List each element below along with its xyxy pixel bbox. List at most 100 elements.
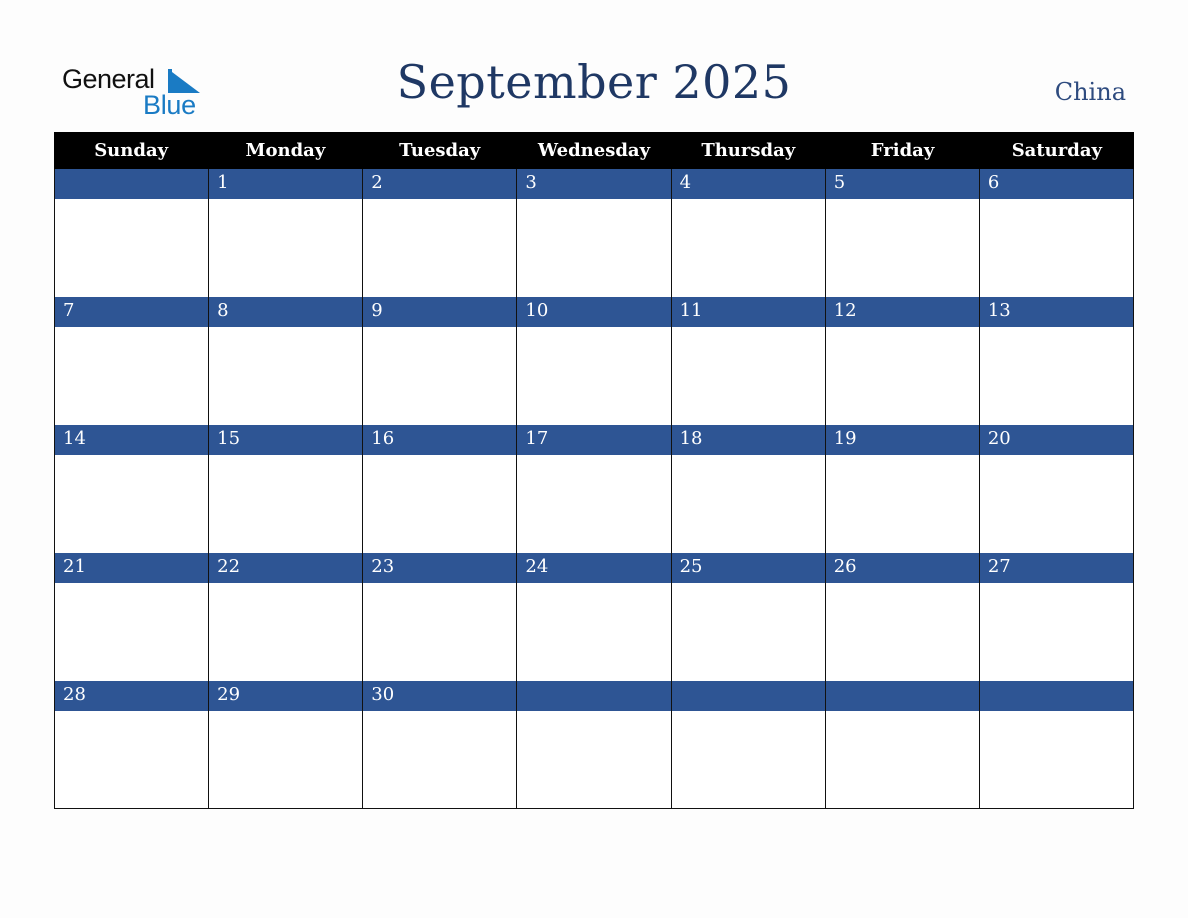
day-cell[interactable]: 16: [362, 425, 517, 553]
day-cell[interactable]: 3: [516, 169, 671, 297]
day-notes-area[interactable]: [209, 455, 362, 553]
day-notes-area[interactable]: [826, 327, 979, 425]
day-notes-area[interactable]: [55, 455, 208, 553]
day-notes-area[interactable]: [517, 327, 670, 425]
day-notes-area[interactable]: [980, 583, 1133, 681]
week-row: 21 22 23 24 25 26 27: [54, 553, 1134, 681]
day-cell[interactable]: 11: [670, 297, 825, 425]
day-cell[interactable]: 25: [670, 553, 825, 681]
day-notes-area[interactable]: [363, 327, 516, 425]
day-cell[interactable]: 9: [362, 297, 517, 425]
day-notes-area: [980, 711, 1133, 809]
day-number: 19: [825, 425, 979, 455]
day-cell[interactable]: 2: [362, 169, 517, 297]
day-number: 10: [517, 297, 671, 327]
day-number: 30: [363, 681, 517, 711]
page-title: September 2025: [396, 55, 792, 109]
day-cell[interactable]: 27: [978, 553, 1134, 681]
empty-day-cell: [670, 681, 825, 809]
day-cell[interactable]: 18: [670, 425, 825, 553]
day-notes-area[interactable]: [980, 455, 1133, 553]
day-cell[interactable]: 28: [54, 681, 209, 809]
weekday-header: Saturday: [1011, 140, 1102, 161]
day-cell[interactable]: 30: [362, 681, 517, 809]
weekday-header: Tuesday: [399, 140, 481, 161]
weekday-header: Sunday: [94, 140, 169, 161]
day-cell[interactable]: 24: [516, 553, 671, 681]
day-notes-area[interactable]: [363, 583, 516, 681]
day-cell[interactable]: 17: [516, 425, 671, 553]
day-notes-area[interactable]: [209, 711, 362, 809]
day-cell[interactable]: 22: [208, 553, 363, 681]
week-row: 123456: [54, 169, 1134, 297]
day-notes-area[interactable]: [517, 455, 670, 553]
week-row: 28 29 30: [54, 681, 1134, 809]
day-cell[interactable]: 23: [362, 553, 517, 681]
day-notes-area[interactable]: [826, 199, 979, 297]
day-number: 8: [209, 297, 363, 327]
day-cell[interactable]: 10: [516, 297, 671, 425]
day-cell[interactable]: 13: [978, 297, 1134, 425]
day-notes-area[interactable]: [826, 455, 979, 553]
day-notes-area[interactable]: [363, 711, 516, 809]
day-number: 24: [517, 553, 671, 583]
day-cell[interactable]: 6: [978, 169, 1134, 297]
day-cell[interactable]: 7: [54, 297, 209, 425]
day-notes-area[interactable]: [980, 199, 1133, 297]
day-number: 16: [363, 425, 517, 455]
day-number: 11: [671, 297, 825, 327]
day-number: [517, 681, 671, 711]
day-cell[interactable]: 20: [978, 425, 1134, 553]
day-number: 26: [825, 553, 979, 583]
day-number: 9: [363, 297, 517, 327]
day-notes-area[interactable]: [209, 327, 362, 425]
day-notes-area[interactable]: [209, 199, 362, 297]
country-label: China: [1054, 78, 1126, 106]
day-notes-area: [517, 711, 670, 809]
day-number: 13: [979, 297, 1133, 327]
day-number: 6: [979, 169, 1133, 199]
day-notes-area: [672, 711, 825, 809]
day-notes-area[interactable]: [55, 327, 208, 425]
day-cell[interactable]: 21: [54, 553, 209, 681]
day-notes-area[interactable]: [209, 583, 362, 681]
day-number: [55, 169, 209, 199]
day-cell[interactable]: 4: [670, 169, 825, 297]
day-notes-area: [55, 199, 208, 297]
day-cell[interactable]: 15: [208, 425, 363, 553]
day-notes-area[interactable]: [672, 583, 825, 681]
day-notes-area[interactable]: [672, 455, 825, 553]
day-number: 20: [979, 425, 1133, 455]
day-number: [825, 681, 979, 711]
day-number: 14: [55, 425, 209, 455]
day-notes-area[interactable]: [980, 327, 1133, 425]
day-notes-area[interactable]: [363, 455, 516, 553]
day-number: [671, 681, 825, 711]
weekday-header-row: Sunday Monday Tuesday Wednesday Thursday…: [54, 132, 1134, 169]
day-notes-area[interactable]: [517, 199, 670, 297]
day-notes-area[interactable]: [826, 583, 979, 681]
day-number: 15: [209, 425, 363, 455]
day-notes-area[interactable]: [55, 583, 208, 681]
day-cell[interactable]: 12: [824, 297, 979, 425]
day-number: 28: [55, 681, 209, 711]
day-number: 29: [209, 681, 363, 711]
day-cell[interactable]: 8: [208, 297, 363, 425]
calendar-grid: Sunday Monday Tuesday Wednesday Thursday…: [54, 132, 1134, 809]
day-notes-area[interactable]: [672, 327, 825, 425]
day-cell[interactable]: 14: [54, 425, 209, 553]
day-notes-area[interactable]: [55, 711, 208, 809]
day-cell[interactable]: 5: [824, 169, 979, 297]
day-number: 21: [55, 553, 209, 583]
day-number: 25: [671, 553, 825, 583]
week-row: 7 8 9 10 11 12 13: [54, 297, 1134, 425]
day-cell[interactable]: 29: [208, 681, 363, 809]
day-notes-area[interactable]: [363, 199, 516, 297]
day-cell[interactable]: 1: [208, 169, 363, 297]
day-number: 12: [825, 297, 979, 327]
day-number: 22: [209, 553, 363, 583]
day-cell[interactable]: 26: [824, 553, 979, 681]
day-notes-area[interactable]: [517, 583, 670, 681]
day-cell[interactable]: 19: [824, 425, 979, 553]
day-notes-area[interactable]: [672, 199, 825, 297]
